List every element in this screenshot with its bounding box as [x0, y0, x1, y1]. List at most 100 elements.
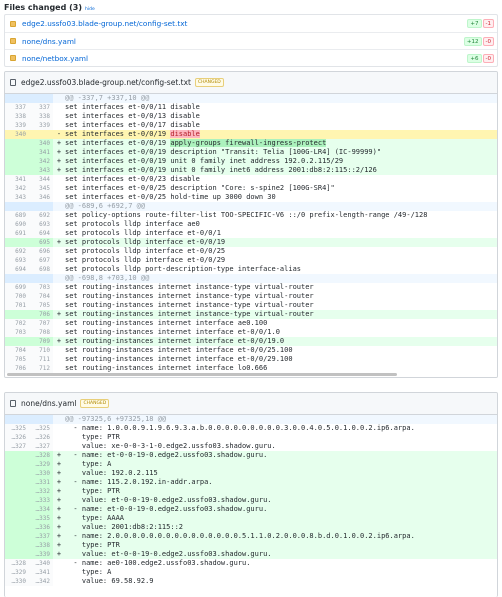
hunk-header: @@ -97325,6 +97325,18 @@: [5, 415, 497, 424]
new-line-number: …337: [29, 532, 53, 541]
old-line-number: [5, 148, 29, 157]
new-line-number: 340: [29, 139, 53, 148]
code-content: set interfaces et-0/0/19 unit 0 family i…: [65, 166, 377, 174]
diff-sign: +: [56, 505, 62, 513]
code-content: set protocols lldp interface et-0/0/19: [65, 238, 226, 246]
file-link[interactable]: none/dns.yaml: [22, 37, 76, 46]
diff-line: …336 + value: 2001:db8:2:115::2: [5, 523, 497, 532]
code-text: value: 69.58.92.9: [65, 577, 497, 586]
code-content: set routing-instances internet interface…: [65, 346, 293, 354]
new-line-number: 342: [29, 157, 53, 166]
old-line-number: 703: [5, 328, 29, 337]
diff-line: 341 344 set interfaces et-0/0/23 disable: [5, 175, 497, 184]
file-modified-icon: [10, 55, 16, 61]
new-line-number: …333: [29, 496, 53, 505]
code-content: set routing-instances internet instance-…: [65, 292, 314, 300]
scrollbar-thumb[interactable]: [7, 373, 397, 376]
diff-sign: [53, 265, 65, 274]
code-content: set policy-options route-filter-list TOO…: [65, 211, 428, 219]
horizontal-scrollbar[interactable]: [5, 373, 497, 377]
old-line-number: [5, 460, 29, 469]
diff-line: 343 346 set interfaces et-0/0/25 hold-time…: [5, 193, 497, 202]
code-text: set routing-instances internet instance-…: [65, 292, 497, 301]
new-line-number: …327: [29, 442, 53, 451]
deletions-count: -0: [482, 54, 494, 63]
hide-files-link[interactable]: hide: [85, 7, 95, 12]
file-link[interactable]: edge2.ussfo03.blade-group.net/config-set…: [22, 19, 187, 28]
new-line-number: …339: [29, 550, 53, 559]
diff-line: 699 703 set routing-instances internet ins…: [5, 283, 497, 292]
diff-line: …330 + value: 192.0.2.115: [5, 469, 497, 478]
diff-sign: [53, 433, 65, 442]
changed-badge: CHANGED: [194, 78, 224, 87]
new-line-number: …325: [29, 424, 53, 433]
code-content: type: PTR: [65, 487, 120, 495]
code-text: set interfaces et-0/0/19 apply-groups fi…: [65, 139, 497, 148]
code-text: set interfaces et-0/0/19 disable: [65, 130, 497, 139]
new-line-number: 337: [29, 103, 53, 112]
code-content: set interfaces et-0/0/19: [65, 139, 171, 147]
diff-file-name: none/dns.yaml: [21, 399, 77, 408]
code-text: set routing-instances internet interface…: [65, 355, 497, 364]
code-text: set routing-instances internet interface…: [65, 319, 497, 328]
diff-line: 691 694 set protocols lldp interface et-0/…: [5, 229, 497, 238]
new-line-number: 698: [29, 265, 53, 274]
code-text: - name: 115.2.0.192.in-addr.arpa.: [65, 478, 497, 487]
new-line-number: …328: [29, 451, 53, 460]
code-content: set protocols lldp interface et-0/0/1: [65, 229, 221, 237]
diff-line: 692 696 set protocols lldp interface et-0/…: [5, 247, 497, 256]
code-text: set interfaces et-0/0/25 description "Co…: [65, 184, 497, 193]
code-content: set routing-instances internet interface…: [65, 337, 285, 345]
hunk-header: @@ -698,8 +703,10 @@: [5, 274, 497, 283]
diff-sign: +: [56, 166, 62, 174]
old-line-number: …327: [5, 442, 29, 451]
new-line-number: 697: [29, 256, 53, 265]
file-link[interactable]: none/netbox.yaml: [22, 54, 88, 63]
diff-sign: [53, 274, 65, 283]
old-line-number: [5, 451, 29, 460]
new-line-number: …336: [29, 523, 53, 532]
code-content: type: A: [65, 460, 112, 468]
diff-sign: [53, 415, 65, 424]
code-content: set routing-instances internet instance-…: [65, 283, 314, 291]
diff-sign: [53, 184, 65, 193]
code-content: @@ -689,6 +692,7 @@: [65, 202, 146, 210]
diff-sign: [53, 442, 65, 451]
old-line-number: [5, 487, 29, 496]
old-line-number: 337: [5, 103, 29, 112]
code-content: set interfaces et-0/0/23 disable: [65, 175, 200, 183]
code-text: value: 192.0.2.115: [65, 469, 497, 478]
diff-line: 706 + set routing-instances internet insta…: [5, 310, 497, 319]
file-list-item[interactable]: none/dns.yaml +12 -0: [5, 32, 497, 49]
old-line-number: 705: [5, 355, 29, 364]
deletions-count: -0: [482, 37, 494, 46]
diff-file-header: edge2.ussfo03.blade-group.net/config-set…: [5, 72, 497, 94]
diff-line: 341 + set interfaces et-0/0/19 description…: [5, 148, 497, 157]
old-line-number: [5, 478, 29, 487]
code-content: set routing-instances internet interface…: [65, 364, 268, 372]
old-line-number: 693: [5, 256, 29, 265]
old-line-number: [5, 157, 29, 166]
file-list-item[interactable]: none/netbox.yaml +6 -0: [5, 49, 497, 66]
new-line-number: …340: [29, 559, 53, 568]
file-list-item[interactable]: edge2.ussfo03.blade-group.net/config-set…: [5, 15, 497, 32]
diff-lines: @@ -337,7 +337,10 @@ 337 337 set interfaces…: [5, 94, 497, 373]
code-content: set routing-instances internet instance-…: [65, 301, 314, 309]
diff-sign: [53, 559, 65, 568]
changed-files-list: edge2.ussfo03.blade-group.net/config-set…: [4, 14, 498, 67]
code-text: type: PTR: [65, 487, 497, 496]
code-text: type: A: [65, 568, 497, 577]
code-content: set protocols lldp interface ae0: [65, 220, 200, 228]
new-line-number: 346: [29, 193, 53, 202]
diff-line: 342 + set interfaces et-0/0/19 unit 0 fami…: [5, 157, 497, 166]
old-line-number: 341: [5, 175, 29, 184]
file-icon: [10, 79, 16, 86]
deletions-count: -1: [482, 19, 494, 28]
diff-line: …337 + - name: 2.0.0.0.0.0.0.0.0.0.0.0.0.…: [5, 532, 497, 541]
old-line-number: [5, 310, 29, 319]
code-content: set protocols lldp interface et-0/0/29: [65, 256, 226, 264]
old-line-number: [5, 469, 29, 478]
diff-line: 342 345 set interfaces et-0/0/25 descripti…: [5, 184, 497, 193]
diff-sign: +: [56, 451, 62, 459]
code-content: value: xe-0-0-3-1-0.edge2.ussfo03.shadow…: [65, 442, 276, 450]
